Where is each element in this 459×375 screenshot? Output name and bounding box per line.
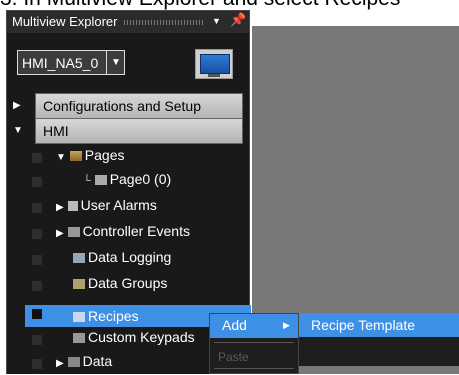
page-grid-icon xyxy=(94,175,107,186)
tree-item-label: Recipes xyxy=(88,308,139,324)
tree-marker xyxy=(32,255,42,265)
pin-icon[interactable]: 📌 xyxy=(230,12,246,28)
expand-arrow-icon[interactable]: ▶ xyxy=(56,358,64,369)
recipe-icon xyxy=(73,312,85,323)
events-icon xyxy=(67,227,80,238)
tree-item-controller-events[interactable]: ▶ Controller Events xyxy=(56,223,190,245)
expand-arrow-icon[interactable]: ▶ xyxy=(13,100,21,111)
data-logging-icon xyxy=(73,253,85,264)
section-label: HMI xyxy=(43,123,69,139)
panel-titlebar: Multiview Explorer ▼ 📌 xyxy=(7,11,249,33)
tree-item-page0[interactable]: └ Page0 (0) xyxy=(83,171,171,193)
drag-grip[interactable] xyxy=(124,20,204,25)
tree-item-pages[interactable]: ▼ Pages xyxy=(56,147,125,169)
tree-marker xyxy=(32,177,42,187)
tree-marker xyxy=(32,309,42,319)
tree-item-user-alarms[interactable]: ▶ User Alarms xyxy=(56,197,157,219)
device-selector-value: HMI_NA5_0 xyxy=(22,55,99,71)
data-icon xyxy=(67,357,80,368)
tree-marker xyxy=(32,359,42,369)
expand-arrow-icon[interactable]: ▶ xyxy=(56,228,64,239)
tree-marker xyxy=(32,229,42,239)
device-screen xyxy=(200,54,230,74)
tree-marker xyxy=(32,335,42,345)
dropdown-arrow-icon[interactable]: ▼ xyxy=(212,16,221,26)
tree-item-data-logging[interactable]: Data Logging xyxy=(73,249,171,271)
data-groups-icon xyxy=(73,279,85,290)
menu-divider xyxy=(214,368,294,369)
speaker-icon xyxy=(67,201,78,212)
device-selector-divider xyxy=(106,51,107,74)
keypad-icon xyxy=(73,333,85,344)
section-hmi[interactable]: HMI xyxy=(35,118,243,144)
hmi-device-icon[interactable] xyxy=(195,49,233,79)
submenu-recipe-template[interactable]: Recipe Template xyxy=(299,313,459,337)
tree-item-data[interactable]: ▶ Data xyxy=(56,353,112,375)
tree-marker xyxy=(32,281,42,291)
tree-marker xyxy=(32,153,42,163)
menu-item-label: Add xyxy=(222,317,247,333)
chevron-down-icon[interactable]: ▼ xyxy=(111,57,121,68)
tree-connector-icon: └ xyxy=(83,175,91,187)
collapse-arrow-icon[interactable]: ▼ xyxy=(56,152,66,163)
tree-item-custom-keypads[interactable]: Custom Keypads xyxy=(73,329,195,351)
collapse-arrow-icon[interactable]: ▼ xyxy=(13,125,23,136)
panel-title: Multiview Explorer xyxy=(12,14,118,29)
context-menu-paste[interactable]: Paste xyxy=(218,350,249,364)
section-configurations[interactable]: Configurations and Setup xyxy=(35,93,243,119)
submenu-arrow-icon: ▶ xyxy=(283,320,290,330)
context-menu: Add ▶ Paste xyxy=(209,313,299,374)
device-selector[interactable]: HMI_NA5_0 ▼ xyxy=(17,50,125,75)
folder-icon xyxy=(69,151,82,162)
context-menu-add[interactable]: Add ▶ xyxy=(210,314,298,338)
tree-item-data-groups[interactable]: Data Groups xyxy=(73,275,167,297)
expand-arrow-icon[interactable]: ▶ xyxy=(56,202,64,213)
add-submenu: Recipe Template xyxy=(299,313,459,366)
menu-item-label: Recipe Template xyxy=(311,317,416,333)
device-stand xyxy=(208,74,220,77)
menu-divider xyxy=(214,342,294,343)
tree-marker xyxy=(32,203,42,213)
section-label: Configurations and Setup xyxy=(43,98,201,114)
